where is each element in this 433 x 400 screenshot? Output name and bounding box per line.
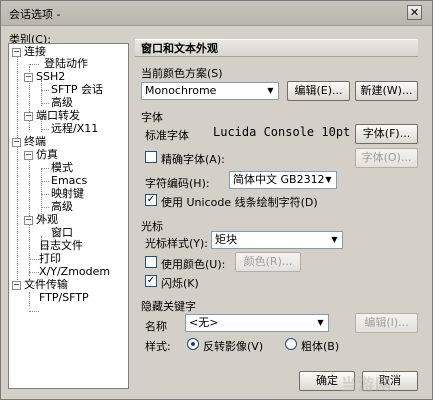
cursor-section-label: 光标: [141, 220, 163, 233]
category-tree[interactable]: − 连接 登陆动作 − SSH2 SFTP 会话 高级 − 端口转发 远程/X1…: [8, 43, 129, 389]
radio-selected-dot: [191, 342, 195, 346]
hotkey-section-label: 隐藏关键字: [141, 300, 196, 313]
collapse-icon[interactable]: −: [24, 151, 33, 160]
tree-item-label: 高级: [51, 200, 73, 213]
color-scheme-label: 当前颜色方案(S): [141, 67, 223, 80]
checkmark-icon: ✓: [146, 194, 156, 205]
tree-item-label: 高级: [51, 96, 73, 109]
collapse-icon[interactable]: −: [24, 216, 33, 225]
font-button[interactable]: 字体(F)...: [355, 124, 418, 144]
color-scheme-select[interactable]: Monochrome ▼: [141, 82, 279, 100]
tree-item-label: 窗口: [51, 226, 73, 239]
checkmark-icon: ✓: [146, 275, 156, 286]
tree-item-label: 连接: [24, 45, 46, 58]
tree-item-label: SSH2: [36, 70, 66, 83]
edit-color-scheme-button[interactable]: 编辑(E)...: [287, 81, 350, 101]
use-color-label: 使用颜色(U):: [161, 258, 226, 271]
tree-item-window[interactable]: 窗口: [51, 227, 73, 239]
chevron-down-icon: ▼: [267, 86, 274, 95]
session-options-dialog: 会话选项 - ✕ 类别(C): − 连接 登陆动作 − SSH2 SFTP 会话…: [0, 0, 433, 400]
tree-item-label: 端口转发: [36, 109, 80, 122]
unicode-line-drawing-checkbox[interactable]: ✓: [145, 194, 157, 206]
precise-font-button[interactable]: 字体(O)...: [355, 148, 418, 168]
bold-label: 粗体(B): [301, 340, 340, 353]
reverse-video-radio[interactable]: [187, 338, 199, 350]
tree-item-log-file[interactable]: 日志文件: [39, 240, 83, 252]
collapse-icon[interactable]: −: [12, 48, 21, 57]
precise-font-label: 精确字体(A):: [161, 153, 225, 166]
cursor-style-value: 矩块: [215, 233, 237, 246]
tree-item-label: Emacs: [51, 174, 88, 187]
hotkey-edit-button[interactable]: 编辑(I)...: [355, 313, 418, 333]
font-section-label: 字体: [141, 111, 163, 124]
tree-item-label: 终端: [24, 135, 46, 148]
chevron-down-icon: ▼: [331, 235, 338, 244]
encoding-label: 字符编码(H):: [145, 177, 210, 190]
encoding-select[interactable]: 简体中文 GB2312 ▼: [229, 171, 337, 189]
tree-item-label: 映射键: [51, 187, 84, 200]
tree-item-label: 登陆动作: [44, 57, 88, 70]
color-scheme-value: Monochrome: [145, 84, 217, 97]
tree-item-ftp-sftp[interactable]: FTP/SFTP: [39, 292, 89, 304]
new-color-scheme-button[interactable]: 新建(W)...: [355, 81, 418, 101]
tree-item-label: 模式: [51, 161, 73, 174]
tree-item-modes[interactable]: 模式: [51, 162, 73, 174]
blink-checkbox[interactable]: ✓: [145, 275, 157, 287]
tree-item-login-actions[interactable]: 登陆动作: [44, 58, 88, 70]
encoding-value: 简体中文 GB2312: [233, 173, 325, 186]
close-icon: ✕: [409, 6, 420, 19]
tree-item-label: X/Y/Zmodem: [39, 265, 111, 278]
tree-item-label: 文件传输: [24, 278, 68, 291]
cursor-style-label: 光标样式(Y):: [145, 237, 209, 250]
page-title: 窗口和文本外观: [135, 39, 418, 57]
tree-item-ssh2-advanced[interactable]: 高级: [51, 97, 73, 109]
tree-item-printing[interactable]: 打印: [39, 253, 61, 265]
tree-item-label: SFTP 会话: [51, 83, 103, 96]
tree-item-sftp-session[interactable]: SFTP 会话: [51, 84, 103, 96]
tree-item-emacs[interactable]: Emacs: [51, 175, 87, 187]
hotkey-name-select[interactable]: <无> ▼: [185, 314, 329, 332]
tree-item-remote-x11[interactable]: 远程/X11: [51, 123, 98, 135]
hotkey-style-label: 样式:: [145, 340, 171, 353]
blink-label: 闪烁(K): [161, 277, 199, 290]
tree-item-label: 日志文件: [39, 239, 83, 252]
cursor-color-button[interactable]: 颜色(R)...: [235, 252, 301, 272]
hotkey-name-label: 名称: [145, 320, 167, 333]
reverse-video-label: 反转影像(V): [203, 340, 264, 353]
tree-item-label: 打印: [39, 252, 61, 265]
standard-font-preview: Lucida Console 10pt: [213, 125, 351, 139]
precise-font-checkbox[interactable]: [145, 151, 157, 163]
collapse-icon[interactable]: −: [24, 73, 33, 82]
cursor-style-select[interactable]: 矩块 ▼: [211, 231, 343, 249]
tree-item-emulation-advanced[interactable]: 高级: [51, 201, 73, 213]
watermark: 当游网: [340, 375, 392, 394]
tree-item-label: 远程/X11: [51, 122, 99, 135]
close-button[interactable]: ✕: [407, 5, 422, 20]
chevron-down-icon: ▼: [317, 318, 324, 327]
chevron-down-icon: ▼: [325, 175, 332, 184]
tree-item-label: 仿真: [36, 148, 58, 161]
unicode-line-drawing-label: 使用 Unicode 线条绘制字符(D): [161, 196, 318, 209]
tree-item-mapped-keys[interactable]: 映射键: [51, 188, 84, 200]
collapse-icon[interactable]: −: [12, 138, 21, 147]
use-color-checkbox[interactable]: [145, 256, 157, 268]
collapse-icon[interactable]: −: [12, 281, 21, 290]
hotkey-name-value: <无>: [189, 316, 219, 329]
standard-font-label: 标准字体: [145, 129, 189, 142]
title-bar[interactable]: 会话选项 - ✕: [1, 1, 432, 26]
bold-radio[interactable]: [285, 338, 297, 350]
window-title: 会话选项 -: [9, 8, 61, 21]
collapse-icon[interactable]: −: [24, 112, 33, 121]
tree-item-label: 外观: [36, 213, 58, 226]
tree-item-xyzmodem[interactable]: X/Y/Zmodem: [39, 266, 110, 278]
tree-item-label: FTP/SFTP: [39, 291, 89, 304]
